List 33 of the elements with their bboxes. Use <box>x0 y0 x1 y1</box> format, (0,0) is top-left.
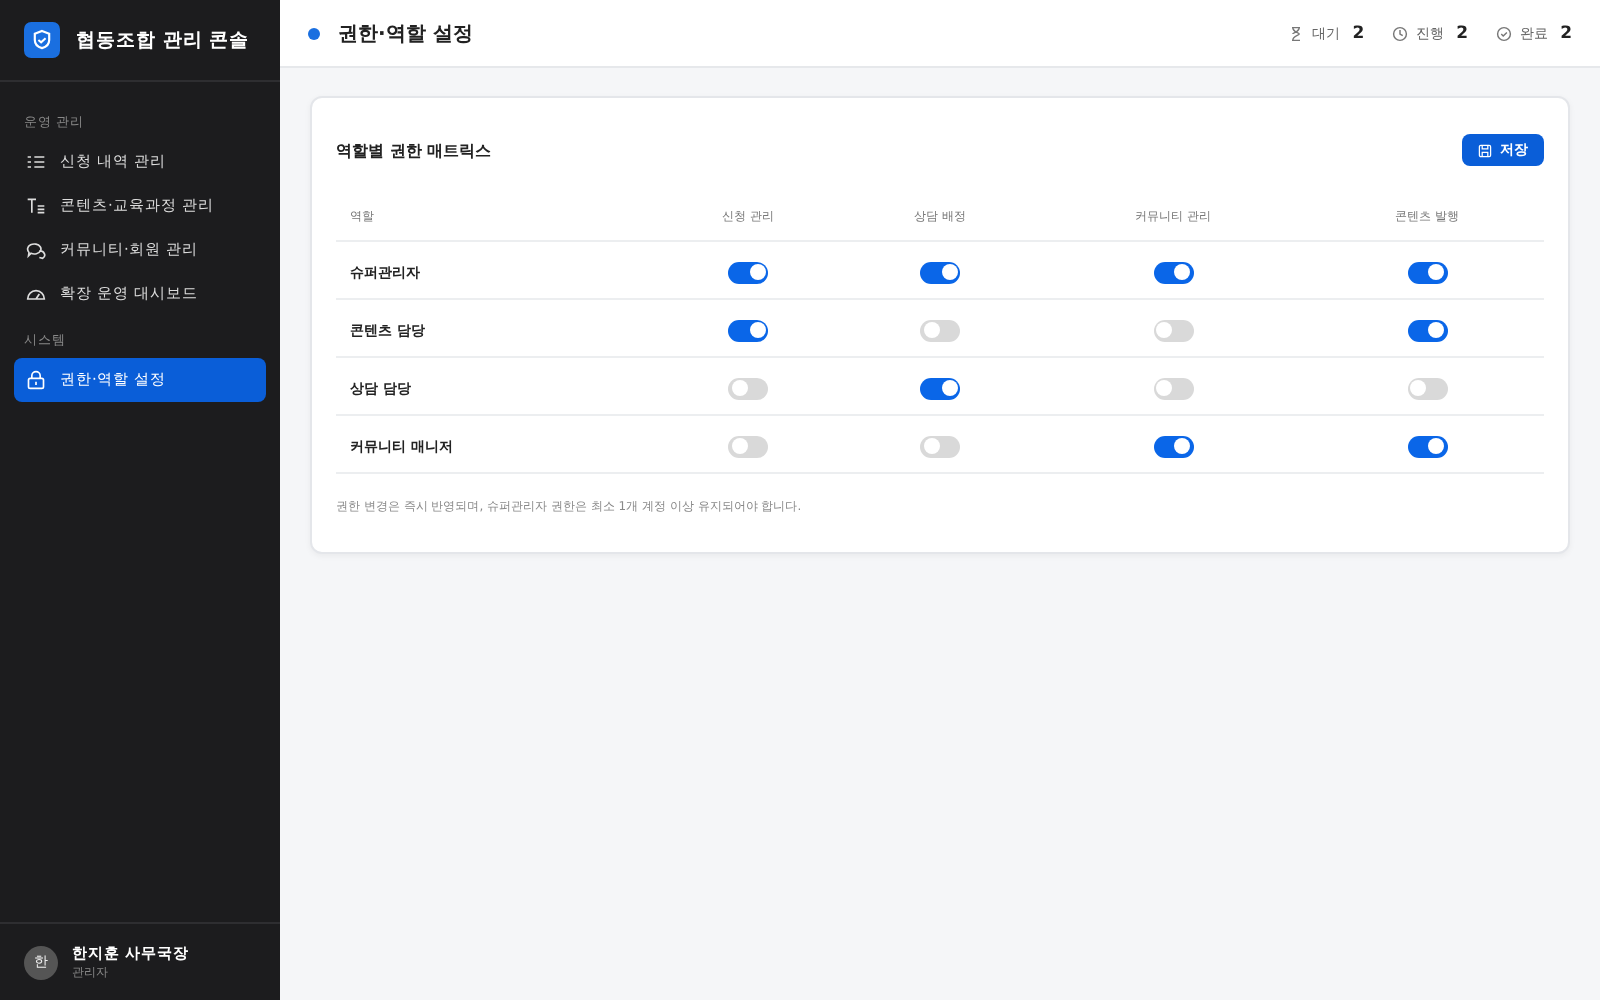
text-icon <box>26 196 46 216</box>
floppy-icon <box>1478 143 1492 157</box>
permission-toggle[interactable] <box>728 319 768 342</box>
list-icon <box>26 152 46 172</box>
permission-toggle[interactable] <box>728 377 768 400</box>
hourglass-icon <box>1288 25 1305 41</box>
chat-icon <box>26 240 46 260</box>
stat-value: 2 <box>1352 23 1365 43</box>
permission-toggle[interactable] <box>1153 435 1194 458</box>
page-title: 권한·역할 설정 <box>338 21 473 47</box>
permission-toggle[interactable] <box>1153 261 1194 284</box>
card-title: 역할별 권한 매트릭스 <box>336 139 492 161</box>
status-dot-icon <box>308 27 320 39</box>
permission-toggle[interactable] <box>920 377 961 400</box>
permission-toggle[interactable] <box>1153 319 1194 342</box>
permission-toggle[interactable] <box>920 261 961 284</box>
permission-toggle[interactable] <box>920 435 961 458</box>
stat-value: 2 <box>1456 23 1469 43</box>
stat-value: 2 <box>1560 23 1572 43</box>
check-circle-icon <box>1496 25 1513 41</box>
permission-toggle[interactable] <box>728 261 768 284</box>
brand-title: 협동조합 관리 콘솔 <box>76 27 250 53</box>
permission-toggle[interactable] <box>1407 319 1448 342</box>
gauge-icon <box>26 284 46 304</box>
permission-toggle[interactable] <box>1407 261 1448 284</box>
permission-toggle[interactable] <box>1407 377 1448 400</box>
shield-logo-icon <box>24 22 60 58</box>
permission-toggle[interactable] <box>728 435 768 458</box>
permission-toggle[interactable] <box>920 319 961 342</box>
permission-toggle[interactable] <box>1153 377 1194 400</box>
lock-icon <box>26 370 46 390</box>
clock-icon <box>1392 25 1409 41</box>
permission-toggle[interactable] <box>1407 435 1448 458</box>
